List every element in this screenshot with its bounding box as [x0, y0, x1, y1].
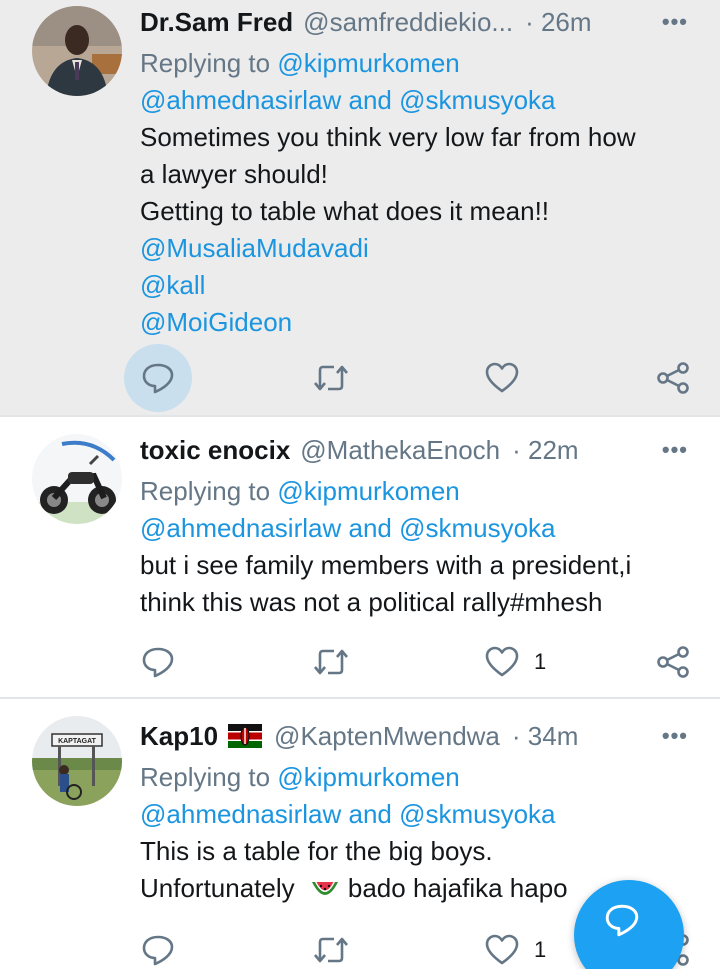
share-button[interactable] — [656, 632, 690, 692]
reply-icon — [142, 935, 174, 966]
divider — [0, 415, 720, 417]
reply-icon — [142, 647, 174, 678]
like-button[interactable]: 1 — [484, 632, 546, 692]
retweet-button[interactable] — [312, 348, 350, 408]
retweet-button[interactable] — [312, 632, 350, 692]
like-count: 1 — [534, 937, 547, 962]
display-name[interactable]: Dr.Sam Fred — [140, 2, 293, 42]
timestamp[interactable]: · 26m — [525, 2, 591, 42]
retweet-icon — [314, 937, 348, 963]
tweet-body-line: This is a table for the big boys. — [140, 836, 493, 866]
divider — [0, 697, 720, 699]
mention-link[interactable]: @ahmednasirlaw and @skmusyoka — [140, 82, 700, 119]
display-name[interactable]: Kap10 — [140, 716, 218, 756]
tweet-text: Replying to @kipmurkomen @ahmednasirlaw … — [140, 473, 700, 621]
user-handle[interactable]: @KaptenMwendwa — [274, 716, 500, 756]
like-button[interactable] — [484, 348, 534, 408]
reply-icon — [142, 363, 174, 394]
kenya-flag-icon — [228, 724, 263, 748]
tweet-header: Kap10 @KaptenMwendwa · 34m ••• — [140, 716, 690, 756]
more-options-icon[interactable]: ••• — [662, 716, 688, 756]
tweet-actions — [124, 344, 700, 412]
like-icon — [485, 646, 519, 677]
tweet-body-text: Unfortunately — [140, 873, 302, 903]
mention-link[interactable]: @ahmednasirlaw and @skmusyoka — [140, 510, 700, 547]
avatar[interactable] — [32, 434, 122, 524]
like-icon — [485, 934, 519, 965]
tweet-text: Replying to @kipmurkomen @ahmednasirlaw … — [140, 45, 700, 341]
share-icon — [657, 362, 689, 394]
tweet-1[interactable]: Dr.Sam Fred @samfreddiekio... · 26m ••• … — [0, 0, 720, 415]
mention-link[interactable]: @kipmurkomen — [277, 476, 459, 506]
tweet-header: Dr.Sam Fred @samfreddiekio... · 26m ••• — [140, 2, 690, 42]
reply-context: Replying to @kipmurkomen — [140, 759, 700, 796]
like-button[interactable]: 1 — [484, 920, 546, 969]
mention-link[interactable]: @kipmurkomen — [277, 762, 459, 792]
user-handle[interactable]: @MathekaEnoch — [300, 430, 500, 470]
retweet-icon — [314, 365, 348, 391]
tweet-body-line: Sometimes you think very low far from ho… — [140, 122, 636, 152]
mention-link[interactable]: @kipmurkomen — [277, 48, 459, 78]
reply-context: Replying to @kipmurkomen — [140, 473, 700, 510]
reply-context: Replying to @kipmurkomen — [140, 45, 700, 82]
user-handle[interactable]: @samfreddiekio... — [303, 2, 513, 42]
more-options-icon[interactable]: ••• — [662, 2, 688, 42]
tweet-header: toxic enocix @MathekaEnoch · 22m ••• — [140, 430, 690, 470]
watermelon-icon — [311, 882, 338, 896]
like-icon — [485, 362, 519, 393]
svg-text:KAPTAGAT: KAPTAGAT — [58, 738, 97, 745]
tweet-body-line: a lawyer should! — [140, 159, 328, 189]
tweet-body-line: think this was not a political rally#mhe… — [140, 587, 603, 617]
retweet-icon — [314, 649, 348, 675]
mention-link[interactable]: @MoiGideon — [140, 304, 700, 341]
reply-button[interactable] — [124, 344, 192, 412]
replying-to-label: Replying to — [140, 476, 278, 506]
replying-to-label: Replying to — [140, 48, 278, 78]
mention-link[interactable]: @ahmednasirlaw and @skmusyoka — [140, 796, 700, 833]
tweet-body-text: bado hajafika hapo — [347, 873, 568, 903]
replying-to-label: Replying to — [140, 762, 278, 792]
timestamp[interactable]: · 22m — [512, 430, 578, 470]
like-count: 1 — [534, 649, 547, 674]
mention-link[interactable]: @MusaliaMudavadi — [140, 230, 700, 267]
avatar[interactable] — [32, 6, 122, 96]
retweet-button[interactable] — [312, 920, 350, 969]
tweet-body-line: but i see family members with a presiden… — [140, 550, 632, 580]
tweet-body-line: Getting to table what does it mean!! — [140, 196, 550, 226]
compose-reply-icon — [605, 904, 639, 937]
more-options-icon[interactable]: ••• — [662, 430, 688, 470]
display-name[interactable]: toxic enocix — [140, 430, 290, 470]
reply-button[interactable] — [140, 632, 176, 692]
share-button[interactable] — [656, 348, 690, 408]
tweet-actions: 1 — [140, 632, 700, 692]
mention-link[interactable]: @kall — [140, 267, 700, 304]
tweet-2[interactable]: toxic enocix @MathekaEnoch · 22m ••• Rep… — [0, 418, 720, 696]
share-icon — [657, 646, 689, 678]
reply-button[interactable] — [140, 920, 176, 969]
avatar[interactable]: KAPTAGAT — [32, 716, 122, 806]
timestamp[interactable]: · 34m — [512, 716, 578, 756]
